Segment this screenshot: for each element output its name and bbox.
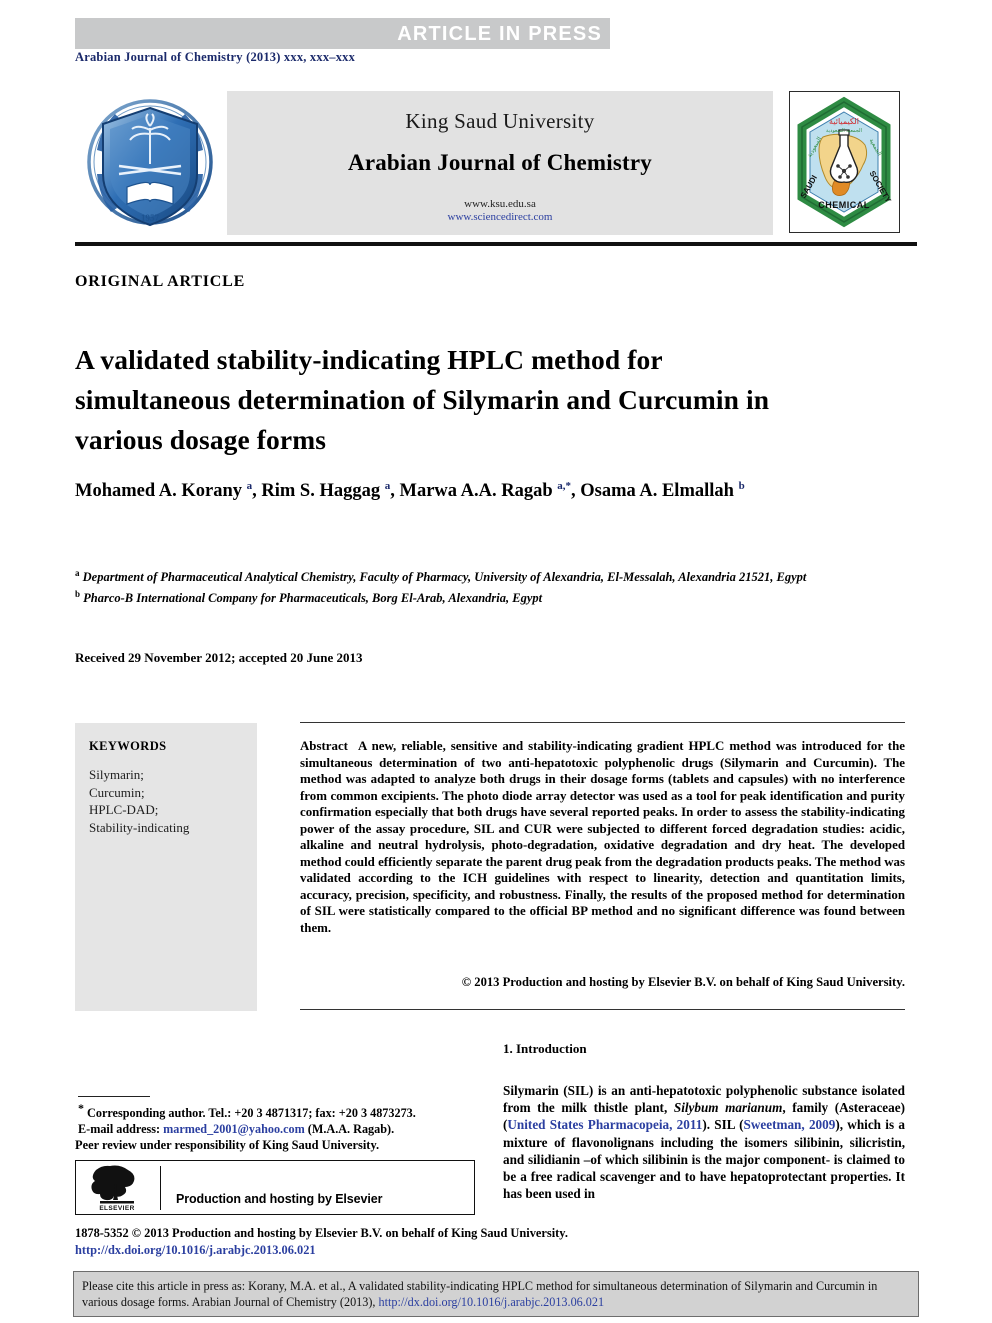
- author-name: Marwa A.A. Ragab: [399, 481, 558, 502]
- peer-review-statement: Peer review under responsibility of King…: [75, 1138, 380, 1152]
- article-in-press-label: ARTICLE IN PRESS: [397, 23, 602, 45]
- doi-link[interactable]: http://dx.doi.org/10.1016/j.arabjc.2013.…: [75, 1243, 316, 1258]
- abstract-bottom-rule: [300, 1009, 905, 1010]
- affiliation-item: a Department of Pharmaceutical Analytica…: [75, 568, 807, 585]
- introduction-paragraph: Silymarin (SIL) is an anti-hepatotoxic p…: [503, 1082, 905, 1202]
- author-affiliation-marker: a: [246, 480, 253, 492]
- abstract-copyright: © 2013 Production and hosting by Elsevie…: [461, 975, 905, 989]
- elsevier-hosting-text: Production and hosting by Elsevier: [176, 1192, 383, 1206]
- intro-text-run: ). SIL (: [702, 1117, 744, 1133]
- university-name: King Saud University: [405, 109, 595, 133]
- author-list: Mohamed A. Korany a, Rim S. Haggag a, Ma…: [75, 480, 745, 502]
- author-name: Osama A. Elmallah: [580, 481, 739, 502]
- author-affiliation-marker: a,*: [557, 480, 571, 492]
- author-affiliation-marker: b: [738, 480, 745, 492]
- journal-reference-line: Arabian Journal of Chemistry (2013) xxx,…: [75, 50, 356, 64]
- footnote-rule: [78, 1096, 150, 1097]
- article-type-label: ORIGINAL ARTICLE: [75, 273, 246, 290]
- masthead: 1957 King Saud University Arabian Journa…: [75, 88, 917, 240]
- citation-doi-link[interactable]: http://dx.doi.org/10.1016/j.arabjc.2013.…: [379, 1295, 605, 1309]
- keyword-item: Curcumin;: [89, 784, 145, 800]
- keyword-item: Silymarin;: [89, 767, 144, 782]
- affiliation-list: a Department of Pharmaceutical Analytica…: [75, 565, 875, 606]
- elsevier-divider: [160, 1166, 161, 1210]
- species-name: Silybum marianum: [673, 1100, 783, 1116]
- article-in-press-banner: ARTICLE IN PRESS: [75, 18, 610, 49]
- journal-title: Arabian Journal of Chemistry: [348, 150, 652, 175]
- abstract-body: A new, reliable, sensitive and stability…: [300, 739, 905, 936]
- svg-text:ELSEVIER: ELSEVIER: [99, 1205, 134, 1212]
- svg-text:CHEMICAL: CHEMICAL: [818, 200, 870, 210]
- ksu-url[interactable]: www.ksu.edu.sa: [227, 198, 773, 210]
- citation-box: Please cite this article in press as: Ko…: [73, 1271, 919, 1317]
- affiliation-marker: a: [75, 568, 80, 578]
- elsevier-hosting-box: ELSEVIER Production and hosting by Elsev…: [75, 1160, 475, 1215]
- email-label: E-mail address:: [78, 1122, 161, 1137]
- citation-text: Please cite this article in press as: Ko…: [82, 1278, 910, 1310]
- corresponding-author-text: Corresponding author. Tel.: +20 3 487131…: [87, 1106, 416, 1121]
- keyword-item: Stability-indicating: [89, 819, 190, 835]
- elsevier-tree-icon: ELSEVIER: [88, 1164, 148, 1212]
- email-owner: (M.A.A. Ragab).: [307, 1122, 395, 1137]
- abstract-top-rule: [300, 722, 905, 723]
- issn-copyright-line: 1878-5352 © 2013 Production and hosting …: [75, 1226, 568, 1240]
- keywords-list: Silymarin; Curcumin; HPLC-DAD; Stability-in…: [89, 766, 257, 836]
- king-saud-university-logo: 1957: [75, 90, 225, 238]
- inline-citation-link[interactable]: Sweetman, 2009: [744, 1117, 836, 1132]
- author-name: Mohamed A. Korany: [75, 481, 247, 502]
- saudi-chemical-society-logo: الكيميائية الجمعية السعودية CHEMICAL SAU…: [789, 91, 900, 233]
- svg-text:الكيميائية: الكيميائية: [829, 117, 859, 126]
- keywords-box: KEYWORDS Silymarin; Curcumin; HPLC-DAD; Sta…: [75, 723, 257, 1011]
- keyword-item: HPLC-DAD;: [89, 802, 159, 817]
- svg-text:الجمعية السعودية: الجمعية السعودية: [826, 128, 862, 134]
- sciencedirect-url[interactable]: www.sciencedirect.com: [227, 211, 773, 223]
- received-accepted-line: Received 29 November 2012; accepted 20 J…: [75, 650, 363, 665]
- svg-text:1957: 1957: [141, 213, 160, 223]
- affiliation-marker: b: [75, 588, 81, 599]
- author-name: Rim S. Haggag: [261, 481, 385, 502]
- introduction-heading: 1. Introduction: [503, 1041, 587, 1056]
- keywords-heading: KEYWORDS: [89, 739, 167, 753]
- corresponding-author-footnote: * Corresponding author. Tel.: +20 3 4871…: [78, 1100, 478, 1137]
- journal-article-page: ARTICLE IN PRESS Arabian Journal of Chem…: [0, 0, 992, 1323]
- abstract: Abstract A new, reliable, sensitive and s…: [300, 738, 905, 937]
- corresponding-author-mark: *: [78, 1101, 84, 1115]
- affiliation-item: b Pharco-B International Company for Pha…: [75, 588, 543, 605]
- author-affiliation-marker: a: [384, 480, 391, 492]
- email-link[interactable]: marmed_2001@yahoo.com: [163, 1122, 305, 1136]
- journal-title-panel: King Saud University Arabian Journal of …: [227, 91, 773, 235]
- masthead-rule: [75, 242, 917, 246]
- page-title: A validated stability-indicating HPLC me…: [75, 344, 770, 456]
- abstract-label: Abstract: [300, 739, 348, 753]
- inline-citation-link[interactable]: United States Pharmacopeia, 2011: [507, 1117, 702, 1132]
